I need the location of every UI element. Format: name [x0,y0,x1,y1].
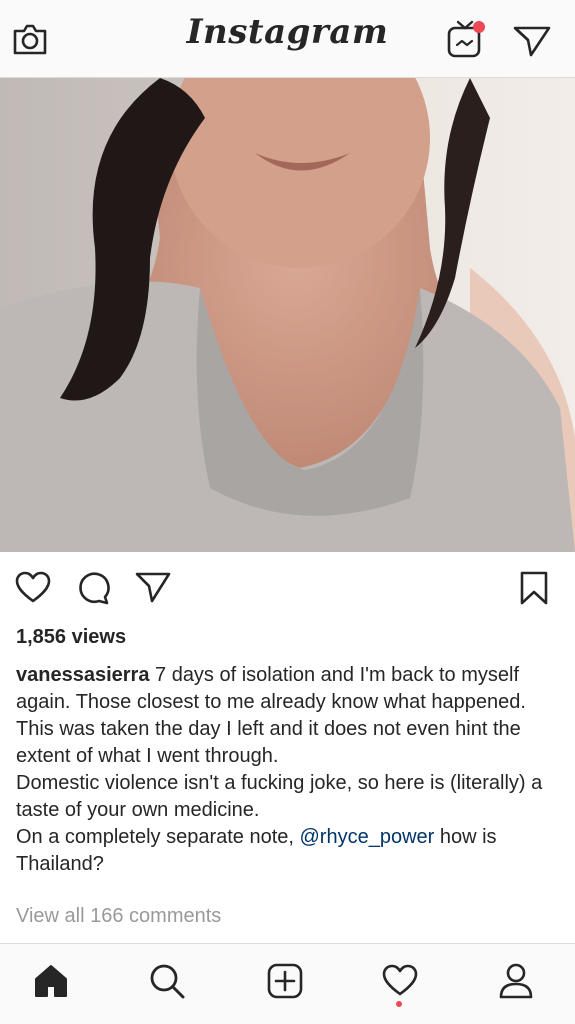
caption-line: On a completely separate note, @rhyce_po… [16,824,561,878]
paper-plane-icon[interactable] [512,24,552,63]
activity-icon[interactable] [381,962,419,1003]
caption-mention-link[interactable]: @rhyce_power [300,826,435,848]
caption-line: This was taken the day I left and it doe… [16,718,521,767]
post-caption: vanessasierra 7 days of isolation and I'… [16,662,561,878]
caption-line: vanessasierra 7 days of isolation and I'… [16,662,561,716]
view-count: 1,856 views [16,626,127,648]
post-video[interactable] [0,78,575,552]
search-icon[interactable] [148,962,186,1005]
heart-icon[interactable] [14,570,52,609]
post-action-bar [0,552,575,618]
profile-icon[interactable] [498,962,534,1005]
caption-line: Domestic violence isn't a fucking joke, … [16,772,543,821]
new-post-icon[interactable] [266,962,304,1005]
igtv-icon[interactable] [444,18,490,65]
top-navigation-bar: Instagram [0,0,575,78]
bookmark-icon[interactable] [518,570,550,611]
home-icon[interactable] [32,962,70,1005]
caption-username[interactable]: vanessasierra [16,664,149,686]
comment-icon[interactable] [76,570,112,611]
activity-notification-dot [396,1001,402,1007]
bottom-tab-bar [0,943,575,1024]
view-all-comments-link[interactable]: View all 166 comments [16,905,221,928]
caption-text: On a completely separate note, [16,826,300,848]
video-frame [0,78,575,552]
share-icon[interactable] [134,570,172,609]
